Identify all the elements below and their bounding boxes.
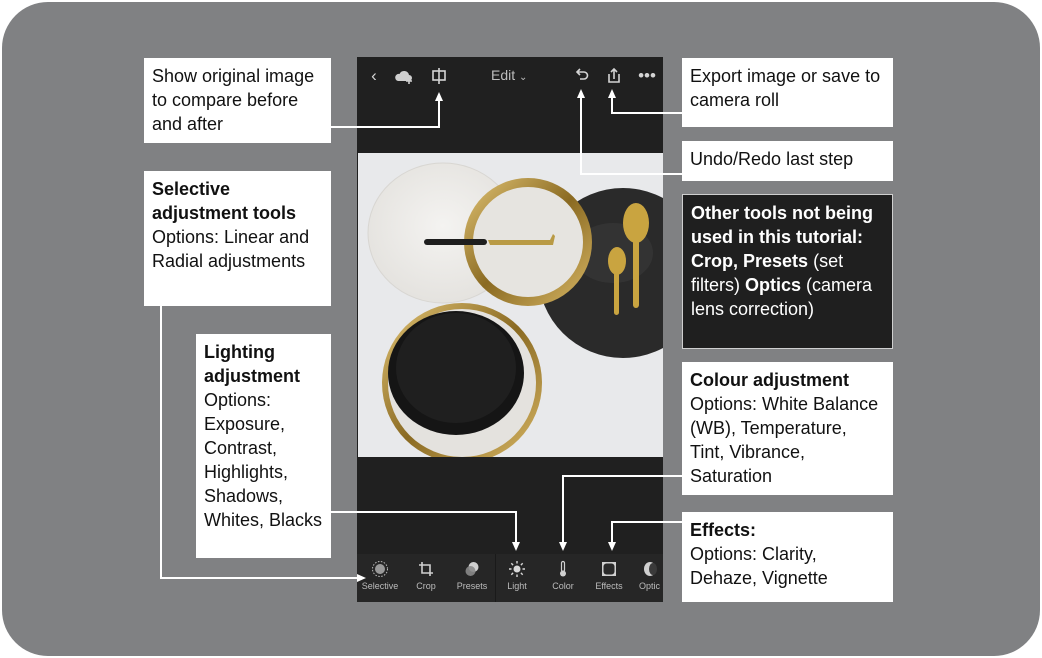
crop-icon [404, 558, 448, 580]
callout-effects-body: Options: Clarity, Dehaze, Vignette [690, 544, 828, 588]
selective-icon [358, 558, 402, 580]
tool-effects[interactable]: Effects [587, 558, 631, 591]
tool-selective[interactable]: Selective [358, 558, 402, 591]
callout-undo-text: Undo/Redo last step [690, 149, 854, 169]
tool-optics[interactable]: Optic [633, 558, 663, 591]
callout-export: Export image or save to camera roll [682, 58, 893, 127]
compare-before-after-icon[interactable] [428, 65, 450, 93]
top-bar: ‹ Edit ⌄ ••• [357, 57, 663, 97]
lens-icon [633, 558, 663, 580]
callout-selective-body: Options: Linear and Radial adjustments [152, 227, 310, 271]
tool-label: Crop [416, 581, 436, 591]
sun-icon [495, 558, 539, 580]
tool-presets[interactable]: Presets [450, 558, 494, 591]
tool-label: Presets [456, 581, 488, 591]
spoon-large [623, 203, 649, 243]
tool-color[interactable]: Color [541, 558, 585, 591]
callout-colour-body: Options: White Balance (WB), Temperature… [690, 394, 879, 486]
callout-compare-text: Show original image to compare before an… [152, 66, 315, 134]
tool-crop[interactable]: Crop [404, 558, 448, 591]
effects-vignette-icon [587, 558, 631, 580]
tool-label: Light [507, 581, 527, 591]
chevron-down-icon: ⌄ [519, 72, 528, 83]
tool-label: Selective [361, 581, 399, 591]
tool-light[interactable]: Light [495, 558, 539, 591]
callout-other-presets: Presets [743, 251, 809, 271]
photo-preview [358, 153, 663, 457]
callout-lighting: Lighting adjustment Options: Exposure, C… [196, 334, 331, 558]
back-chevron-icon[interactable]: ‹ [363, 65, 385, 87]
presets-icon [450, 558, 494, 580]
callout-undo: Undo/Redo last step [682, 141, 893, 181]
callout-colour: Colour adjustment Options: White Balance… [682, 362, 893, 495]
callout-effects-title: Effects: [690, 520, 757, 540]
tool-label: Optic [639, 581, 661, 591]
tool-label: Effects [595, 581, 623, 591]
more-options-icon[interactable]: ••• [636, 65, 658, 87]
phone-screen: ‹ Edit ⌄ ••• Selective Crop Presets Ligh… [357, 57, 663, 602]
thermometer-icon [541, 558, 585, 580]
callout-other-optics: Optics [745, 275, 802, 295]
callout-selective: Selective adjustment tools Options: Line… [144, 171, 331, 306]
callout-colour-title: Colour adjustment [690, 370, 850, 390]
cloud-add-icon[interactable] [393, 65, 415, 93]
callout-export-text: Export image or save to camera roll [690, 66, 881, 110]
callout-other-tools: Other tools not being used in this tutor… [682, 194, 893, 349]
edit-toolbar: Selective Crop Presets Light Color Effec… [357, 554, 663, 602]
callout-effects: Effects: Options: Clarity, Dehaze, Vigne… [682, 512, 893, 602]
knife-handle [424, 239, 487, 245]
tool-label: Color [552, 581, 574, 591]
share-export-icon[interactable] [603, 65, 625, 93]
spoon-small [608, 247, 626, 275]
edit-label: Edit [491, 67, 516, 83]
callout-selective-title: Selective adjustment tools [152, 179, 297, 223]
callout-lighting-title: Lighting adjustment [204, 342, 301, 386]
edit-mode-dropdown[interactable]: Edit ⌄ [491, 67, 527, 83]
undo-icon[interactable] [570, 65, 592, 93]
callout-lighting-body: Options: Exposure, Contrast, Highlights,… [204, 390, 323, 530]
callout-compare: Show original image to compare before an… [144, 58, 331, 143]
